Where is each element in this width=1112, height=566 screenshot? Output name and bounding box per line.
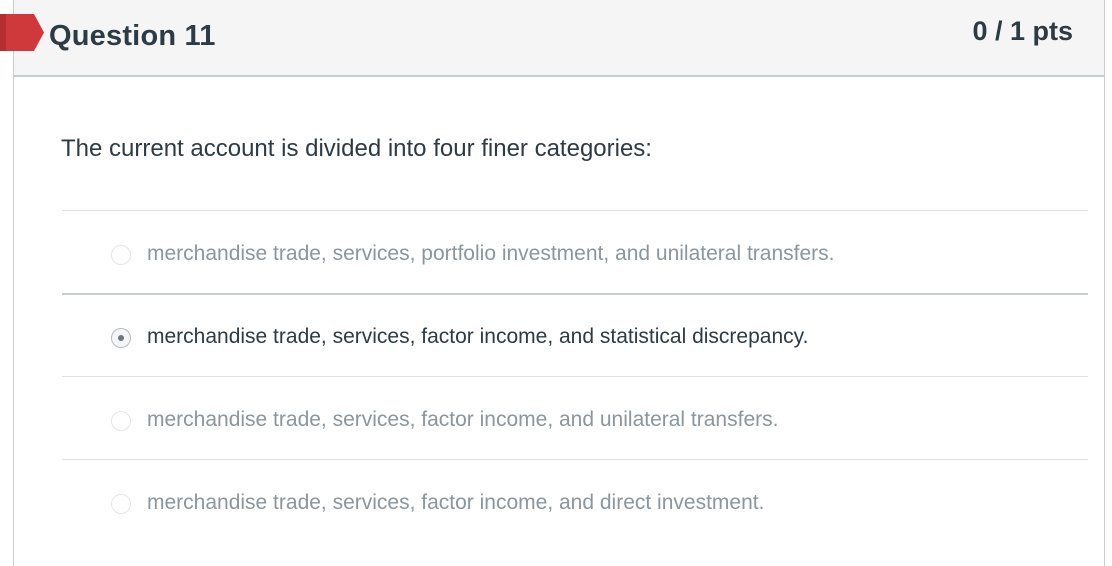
answer-option-selected[interactable]: merchandise trade, services, factor inco… [62, 293, 1088, 376]
radio-button-selected[interactable] [111, 328, 131, 348]
answer-option[interactable]: merchandise trade, services, factor inco… [62, 376, 1088, 459]
radio-button[interactable] [111, 494, 131, 514]
answer-option[interactable]: merchandise trade, services, portfolio i… [62, 210, 1088, 293]
radio-button[interactable] [111, 245, 131, 265]
answer-list: merchandise trade, services, portfolio i… [62, 210, 1088, 542]
question-text: The current account is divided into four… [61, 135, 652, 162]
answer-option[interactable]: merchandise trade, services, factor inco… [62, 459, 1088, 542]
question-title: Question 11 [49, 20, 216, 52]
incorrect-flag-icon [0, 14, 44, 51]
radio-button[interactable] [111, 411, 131, 431]
question-header: Question 11 0 / 1 pts [14, 0, 1104, 77]
answer-label: merchandise trade, services, factor inco… [147, 325, 809, 348]
radio-dot-icon [118, 335, 124, 341]
answer-label: merchandise trade, services, factor inco… [147, 491, 765, 514]
answer-label: merchandise trade, services, factor inco… [147, 408, 779, 431]
question-points: 0 / 1 pts [972, 16, 1073, 46]
question-card: Question 11 0 / 1 pts The current accoun… [13, 0, 1105, 566]
answer-label: merchandise trade, services, portfolio i… [147, 242, 835, 265]
